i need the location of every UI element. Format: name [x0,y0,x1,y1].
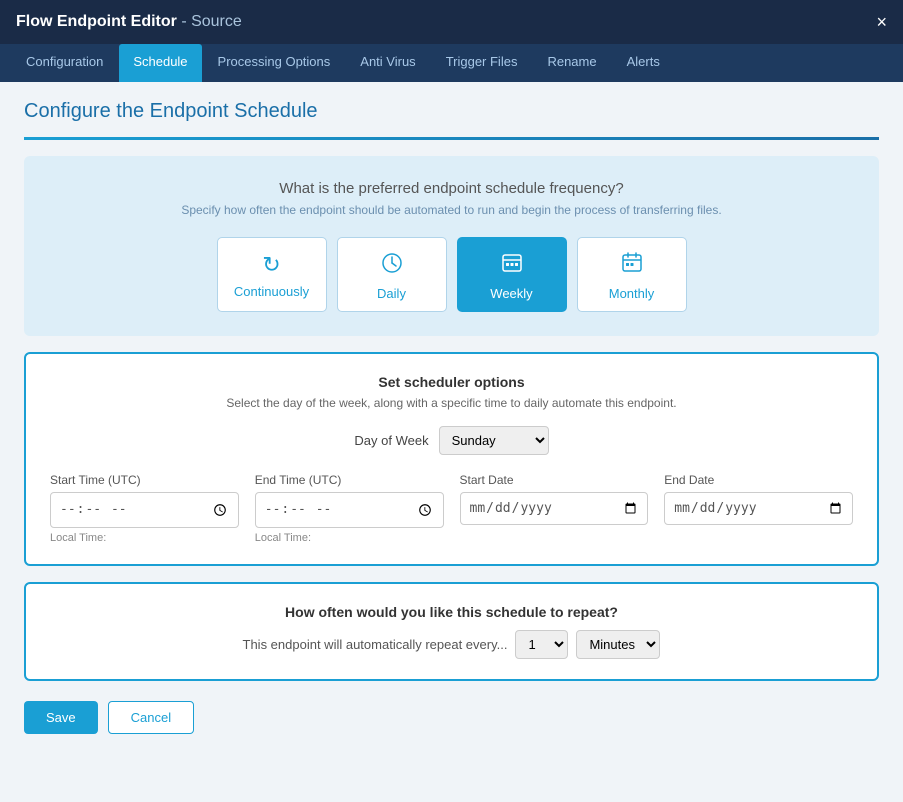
tab-alerts[interactable]: Alerts [613,44,674,82]
day-of-week-row: Day of Week Sunday Monday Tuesday Wednes… [50,426,853,455]
tab-trigger-files[interactable]: Trigger Files [432,44,532,82]
scheduler-card: Set scheduler options Select the day of … [24,352,879,566]
repeat-inline: This endpoint will automatically repeat … [50,630,853,659]
weekly-label: Weekly [490,286,532,301]
daily-label: Daily [377,286,406,301]
repeat-heading: How often would you like this schedule t… [50,604,853,620]
tab-processing-options[interactable]: Processing Options [204,44,345,82]
repeat-unit-select[interactable]: Minutes Hours Days [576,630,660,659]
frequency-buttons: ↻ Continuously Daily [44,237,859,312]
page-divider [24,137,879,140]
weekly-icon [501,252,523,280]
close-button[interactable]: × [876,13,887,31]
time-date-row: Start Time (UTC) Local Time: End Time (U… [50,473,853,544]
start-time-group: Start Time (UTC) Local Time: [50,473,239,544]
day-of-week-select[interactable]: Sunday Monday Tuesday Wednesday Thursday… [439,426,549,455]
freq-btn-weekly[interactable]: Weekly [457,237,567,312]
monthly-icon [621,252,643,280]
tab-rename[interactable]: Rename [533,44,610,82]
end-time-group: End Time (UTC) Local Time: [255,473,444,544]
end-date-group: End Date [664,473,853,525]
continuously-label: Continuously [234,284,309,299]
end-time-input[interactable] [255,492,444,528]
page-title: Configure the Endpoint Schedule [24,100,879,123]
repeat-value-select[interactable]: 1 2 3 4 5 10 15 30 [515,630,568,659]
main-content: Configure the Endpoint Schedule What is … [0,82,903,800]
start-date-input[interactable] [460,492,649,525]
title-bar: Flow Endpoint Editor - Source × [0,0,903,44]
continuously-icon: ↻ [262,252,280,278]
nav-tabs: Configuration Schedule Processing Option… [0,44,903,82]
tab-configuration[interactable]: Configuration [12,44,117,82]
daily-icon [381,252,403,280]
end-date-input[interactable] [664,492,853,525]
frequency-heading: What is the preferred endpoint schedule … [44,180,859,197]
monthly-label: Monthly [609,286,655,301]
end-time-label: End Time (UTC) [255,473,444,487]
scheduler-heading: Set scheduler options [50,374,853,390]
repeat-description: This endpoint will automatically repeat … [243,637,508,652]
frequency-card: What is the preferred endpoint schedule … [24,156,879,336]
tab-anti-virus[interactable]: Anti Virus [346,44,429,82]
action-buttons: Save Cancel [24,701,879,742]
repeat-card: How often would you like this schedule t… [24,582,879,681]
start-date-label: Start Date [460,473,649,487]
freq-btn-daily[interactable]: Daily [337,237,447,312]
freq-btn-monthly[interactable]: Monthly [577,237,687,312]
day-of-week-label: Day of Week [354,433,428,448]
scheduler-description: Select the day of the week, along with a… [50,396,853,410]
frequency-description: Specify how often the endpoint should be… [44,203,859,217]
end-time-local: Local Time: [255,532,444,544]
freq-btn-continuously[interactable]: ↻ Continuously [217,237,327,312]
start-date-group: Start Date [460,473,649,525]
start-time-input[interactable] [50,492,239,528]
tab-schedule[interactable]: Schedule [119,44,201,82]
save-button[interactable]: Save [24,701,98,734]
start-time-label: Start Time (UTC) [50,473,239,487]
cancel-button[interactable]: Cancel [108,701,194,734]
app-title: Flow Endpoint Editor - Source [16,13,242,31]
start-time-local: Local Time: [50,532,239,544]
end-date-label: End Date [664,473,853,487]
